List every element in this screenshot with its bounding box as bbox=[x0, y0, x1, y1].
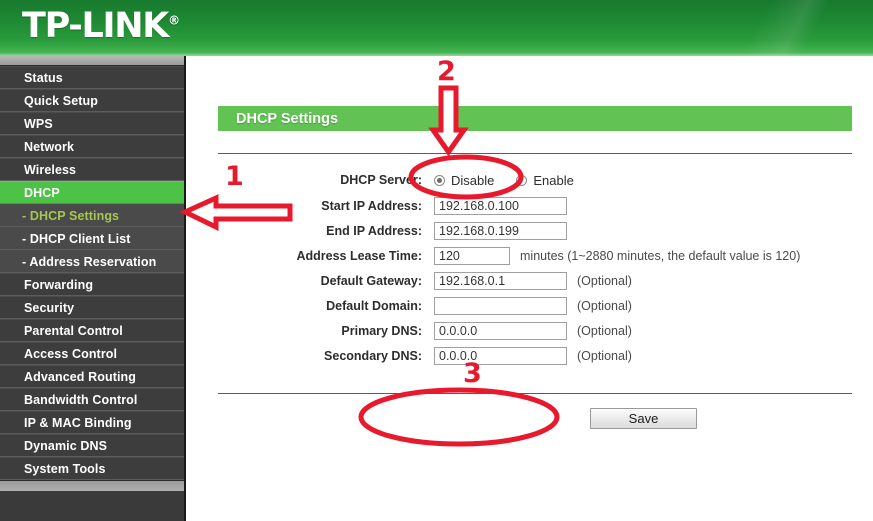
dhcp-server-label: DHCP Server: bbox=[340, 173, 422, 187]
sidebar-item-address-reservation[interactable]: - Address Reservation bbox=[0, 250, 184, 273]
sidebar-top-cap bbox=[0, 56, 184, 66]
radio-disable-icon[interactable] bbox=[434, 174, 445, 186]
sidebar-item-wps[interactable]: WPS bbox=[0, 112, 184, 135]
sidebar-item-dhcp-settings[interactable]: - DHCP Settings bbox=[0, 204, 184, 227]
sidebar-item-ip-mac-binding[interactable]: IP & MAC Binding bbox=[0, 411, 184, 434]
secondary-dns-label: Secondary DNS: bbox=[324, 349, 422, 363]
radio-enable-icon[interactable] bbox=[516, 174, 528, 186]
form-row-default-domain: Default Domain: (Optional) bbox=[218, 294, 852, 318]
sidebar-item-security[interactable]: Security bbox=[0, 296, 184, 319]
secondary-dns-optional-note: (Optional) bbox=[577, 349, 632, 363]
default-domain-input[interactable] bbox=[434, 297, 567, 315]
form-row-dhcp-server: DHCP Server: Disable Enable bbox=[218, 168, 852, 192]
tp-link-logo: TP-LINK® bbox=[22, 6, 180, 46]
radio-disable-label[interactable]: Disable bbox=[451, 173, 494, 188]
sidebar-item-system-tools[interactable]: System Tools bbox=[0, 457, 184, 480]
primary-dns-optional-note: (Optional) bbox=[577, 324, 632, 338]
page-body: Status Quick Setup WPS Network Wireless … bbox=[0, 56, 873, 521]
dhcp-server-radio-group: Disable Enable bbox=[434, 173, 596, 188]
app-header: TP-LINK® bbox=[0, 0, 873, 56]
sidebar-navigation: Status Quick Setup WPS Network Wireless … bbox=[0, 56, 186, 521]
form-row-secondary-dns: Secondary DNS: (Optional) bbox=[218, 344, 852, 368]
primary-dns-input[interactable] bbox=[434, 322, 567, 340]
sidebar-bottom-cap bbox=[0, 480, 184, 491]
sidebar-item-bandwidth-control[interactable]: Bandwidth Control bbox=[0, 388, 184, 411]
divider-top bbox=[218, 153, 852, 154]
default-gateway-optional-note: (Optional) bbox=[577, 274, 632, 288]
primary-dns-label: Primary DNS: bbox=[341, 324, 422, 338]
form-row-start-ip: Start IP Address: bbox=[218, 194, 852, 218]
end-ip-label: End IP Address: bbox=[326, 224, 422, 238]
form-row-lease-time: Address Lease Time: minutes (1~2880 minu… bbox=[218, 244, 852, 268]
form-row-primary-dns: Primary DNS: (Optional) bbox=[218, 319, 852, 343]
radio-enable-label[interactable]: Enable bbox=[533, 173, 573, 188]
divider-bottom bbox=[218, 393, 852, 394]
sidebar-item-dynamic-dns[interactable]: Dynamic DNS bbox=[0, 434, 184, 457]
end-ip-input[interactable] bbox=[434, 222, 567, 240]
start-ip-label: Start IP Address: bbox=[321, 199, 422, 213]
sidebar-item-status[interactable]: Status bbox=[0, 66, 184, 89]
header-sheen-decoration bbox=[573, 0, 873, 56]
lease-time-input[interactable] bbox=[434, 247, 510, 265]
sidebar-item-dhcp[interactable]: DHCP bbox=[0, 181, 184, 204]
default-domain-label: Default Domain: bbox=[326, 299, 422, 313]
default-gateway-input[interactable] bbox=[434, 272, 567, 290]
lease-time-hint: minutes (1~2880 minutes, the default val… bbox=[520, 249, 801, 263]
default-gateway-label: Default Gateway: bbox=[320, 274, 422, 288]
sidebar-item-parental-control[interactable]: Parental Control bbox=[0, 319, 184, 342]
sidebar-item-network[interactable]: Network bbox=[0, 135, 184, 158]
start-ip-input[interactable] bbox=[434, 197, 567, 215]
sidebar-item-wireless[interactable]: Wireless bbox=[0, 158, 184, 181]
page-title-bar: DHCP Settings bbox=[218, 106, 852, 131]
registered-trademark-icon: ® bbox=[168, 13, 181, 28]
lease-time-label: Address Lease Time: bbox=[296, 249, 422, 263]
sidebar-item-dhcp-client-list[interactable]: - DHCP Client List bbox=[0, 227, 184, 250]
form-row-end-ip: End IP Address: bbox=[218, 219, 852, 243]
save-button[interactable]: Save bbox=[590, 408, 697, 429]
default-domain-optional-note: (Optional) bbox=[577, 299, 632, 313]
page-title: DHCP Settings bbox=[236, 110, 339, 127]
brand-name: TP-LINK bbox=[22, 6, 169, 46]
sidebar-item-quick-setup[interactable]: Quick Setup bbox=[0, 89, 184, 112]
sidebar-item-advanced-routing[interactable]: Advanced Routing bbox=[0, 365, 184, 388]
main-content: DHCP Settings DHCP Server: Disable Enabl… bbox=[186, 56, 873, 521]
sidebar-item-access-control[interactable]: Access Control bbox=[0, 342, 184, 365]
secondary-dns-input[interactable] bbox=[434, 347, 567, 365]
sidebar-item-forwarding[interactable]: Forwarding bbox=[0, 273, 184, 296]
form-row-default-gateway: Default Gateway: (Optional) bbox=[218, 269, 852, 293]
